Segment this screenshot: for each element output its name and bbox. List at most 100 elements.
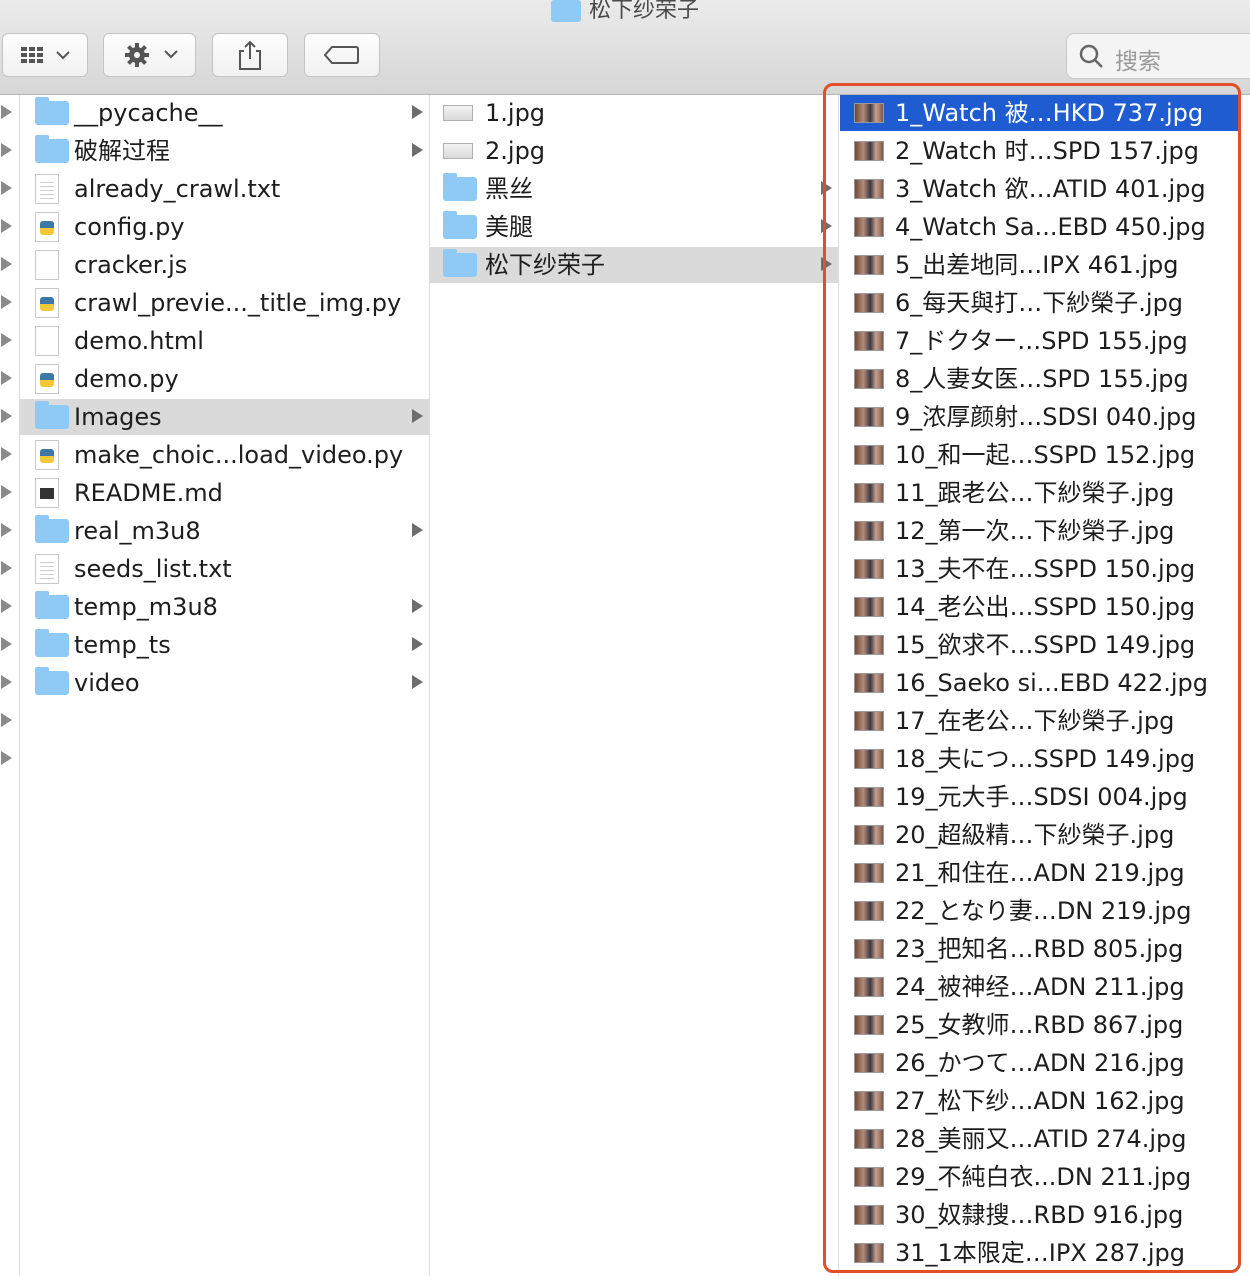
item-name: 28_美丽又…ATID 274.jpg — [895, 1125, 1187, 1153]
image-file-row[interactable]: 3_Watch 欲…ATID 401.jpg — [840, 171, 1240, 207]
disclosure-arrow-icon — [412, 105, 423, 119]
item-name: 4_Watch Sa...EBD 450.jpg — [895, 213, 1206, 241]
markdown-file-icon — [35, 478, 59, 508]
image-thumbnail-icon — [854, 1015, 884, 1035]
python-file-icon — [35, 288, 59, 318]
disclosure-arrow-icon — [412, 143, 423, 157]
file-row[interactable]: 1.jpg — [430, 95, 838, 131]
image-file-row[interactable]: 22_となり妻…DN 219.jpg — [840, 893, 1240, 929]
search-icon — [1079, 44, 1103, 68]
image-file-row[interactable]: 14_老公出…SSPD 150.jpg — [840, 589, 1240, 625]
item-name: 8_人妻女医…SPD 155.jpg — [895, 365, 1189, 393]
tags-button[interactable] — [304, 33, 380, 77]
image-file-icon — [443, 105, 473, 121]
finder-toolbar: 松下纱荣子 搜索 — [0, 0, 1250, 95]
image-file-row[interactable]: 25_女教师…RBD 867.jpg — [840, 1007, 1240, 1043]
file-row[interactable]: crawl_previe..._title_img.py — [19, 285, 429, 321]
file-row[interactable]: demo.py — [19, 361, 429, 397]
folder-icon — [35, 629, 69, 657]
image-file-row[interactable]: 5_出差地同…IPX 461.jpg — [840, 247, 1240, 283]
file-row[interactable]: README.md — [19, 475, 429, 511]
item-name: 26_かつて…ADN 216.jpg — [895, 1049, 1185, 1077]
image-thumbnail-icon — [854, 863, 884, 883]
item-name: 15_欲求不…SSPD 149.jpg — [895, 631, 1196, 659]
image-file-row[interactable]: 21_和住在…ADN 219.jpg — [840, 855, 1240, 891]
folder-row[interactable]: 破解过程 — [19, 133, 429, 169]
image-file-row[interactable]: 30_奴隸搜…RBD 916.jpg — [840, 1197, 1240, 1233]
item-name: 13_夫不在…SSPD 150.jpg — [895, 555, 1196, 583]
text-file-icon — [35, 174, 59, 204]
file-row[interactable]: seeds_list.txt — [19, 551, 429, 587]
folder-row[interactable]: temp_m3u8 — [19, 589, 429, 625]
image-file-row[interactable]: 20_超級精…下紗榮子.jpg — [840, 817, 1240, 853]
folder-icon — [443, 249, 477, 277]
folder-row[interactable]: Images — [19, 399, 429, 435]
image-file-row[interactable]: 11_跟老公…下紗榮子.jpg — [840, 475, 1240, 511]
folder-row[interactable]: real_m3u8 — [19, 513, 429, 549]
image-file-row[interactable]: 18_夫につ…SSPD 149.jpg — [840, 741, 1240, 777]
item-name: temp_ts — [74, 631, 171, 659]
search-field[interactable]: 搜索 — [1066, 33, 1250, 79]
item-name: 18_夫につ…SSPD 149.jpg — [895, 745, 1196, 773]
image-file-row[interactable]: 9_浓厚颜射…SDSI 040.jpg — [840, 399, 1240, 435]
disclosure-arrow-icon — [821, 257, 832, 271]
image-file-row[interactable]: 1_Watch 被…HKD 737.jpg — [840, 95, 1240, 131]
item-name: real_m3u8 — [74, 517, 201, 545]
folder-icon — [443, 211, 477, 239]
item-name: 6_每天與打…下紗榮子.jpg — [895, 289, 1184, 317]
file-row[interactable]: already_crawl.txt — [19, 171, 429, 207]
share-button[interactable] — [212, 33, 288, 77]
item-name: 10_和一起…SSPD 152.jpg — [895, 441, 1196, 469]
image-file-row[interactable]: 13_夫不在…SSPD 150.jpg — [840, 551, 1240, 587]
html-file-icon — [35, 326, 59, 356]
image-file-row[interactable]: 19_元大手…SDSI 004.jpg — [840, 779, 1240, 815]
image-file-row[interactable]: 23_把知名…RBD 805.jpg — [840, 931, 1240, 967]
image-thumbnail-icon — [854, 787, 884, 807]
file-row[interactable]: cracker.js — [19, 247, 429, 283]
image-file-row[interactable]: 31_1本限定…IPX 287.jpg — [840, 1235, 1240, 1271]
folder-row[interactable]: 黑丝 — [430, 171, 838, 207]
image-thumbnail-icon — [854, 977, 884, 997]
folder-row[interactable]: 松下纱荣子 — [430, 247, 838, 283]
disclosure-arrow-icon — [1, 257, 12, 271]
item-name: 22_となり妻…DN 219.jpg — [895, 897, 1192, 925]
action-menu-button[interactable] — [103, 33, 196, 77]
image-file-row[interactable]: 28_美丽又…ATID 274.jpg — [840, 1121, 1240, 1157]
gear-icon — [124, 43, 178, 67]
item-name: 17_在老公…下紗榮子.jpg — [895, 707, 1175, 735]
file-row[interactable]: config.py — [19, 209, 429, 245]
folder-row[interactable]: __pycache__ — [19, 95, 429, 131]
view-options-button[interactable] — [2, 33, 88, 77]
folder-row[interactable]: 美腿 — [430, 209, 838, 245]
item-name: 21_和住在…ADN 219.jpg — [895, 859, 1185, 887]
item-name: Images — [74, 403, 162, 431]
image-file-row[interactable]: 7_ドクター…SPD 155.jpg — [840, 323, 1240, 359]
image-file-row[interactable]: 24_被神经…ADN 211.jpg — [840, 969, 1240, 1005]
folder-row[interactable]: video — [19, 665, 429, 701]
disclosure-arrow-icon — [412, 599, 423, 613]
python-file-icon — [35, 212, 59, 242]
item-name: 29_不純白衣...DN 211.jpg — [895, 1163, 1192, 1191]
image-thumbnail-icon — [854, 1129, 884, 1149]
image-file-row[interactable]: 2_Watch 时…SPD 157.jpg — [840, 133, 1240, 169]
image-file-row[interactable]: 29_不純白衣...DN 211.jpg — [840, 1159, 1240, 1195]
image-file-row[interactable]: 8_人妻女医…SPD 155.jpg — [840, 361, 1240, 397]
image-file-row[interactable]: 17_在老公…下紗榮子.jpg — [840, 703, 1240, 739]
item-name: temp_m3u8 — [74, 593, 218, 621]
image-file-row[interactable]: 4_Watch Sa...EBD 450.jpg — [840, 209, 1240, 245]
folder-row[interactable]: temp_ts — [19, 627, 429, 663]
image-file-row[interactable]: 16_Saeko si...EBD 422.jpg — [840, 665, 1240, 701]
image-file-row[interactable]: 6_每天與打…下紗榮子.jpg — [840, 285, 1240, 321]
image-file-row[interactable]: 15_欲求不…SSPD 149.jpg — [840, 627, 1240, 663]
disclosure-arrow-icon — [1, 219, 12, 233]
item-name: demo.html — [74, 327, 204, 355]
item-name: 3_Watch 欲…ATID 401.jpg — [895, 175, 1206, 203]
disclosure-arrow-icon — [821, 219, 832, 233]
file-row[interactable]: demo.html — [19, 323, 429, 359]
image-file-row[interactable]: 27_松下纱…ADN 162.jpg — [840, 1083, 1240, 1119]
file-row[interactable]: make_choic...load_video.py — [19, 437, 429, 473]
file-row[interactable]: 2.jpg — [430, 133, 838, 169]
image-file-row[interactable]: 12_第一次…下紗榮子.jpg — [840, 513, 1240, 549]
image-file-row[interactable]: 10_和一起…SSPD 152.jpg — [840, 437, 1240, 473]
image-file-row[interactable]: 26_かつて…ADN 216.jpg — [840, 1045, 1240, 1081]
